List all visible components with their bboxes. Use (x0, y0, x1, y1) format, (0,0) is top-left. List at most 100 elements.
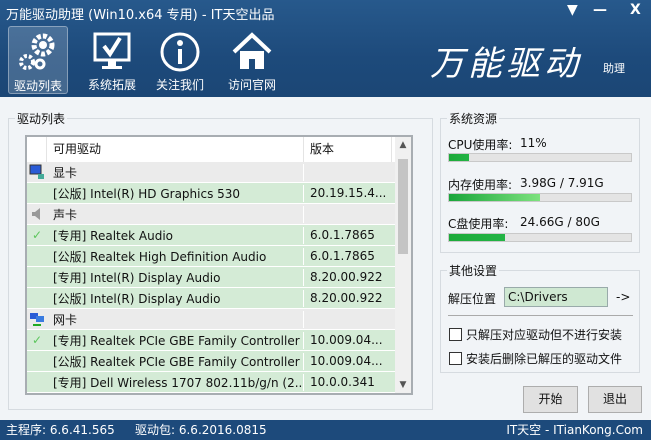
extract-only-checkbox[interactable]: 只解压对应驱动但不进行安装 (449, 326, 622, 343)
driver-name: [专用] Intel(R) Display Audio (47, 268, 304, 286)
start-button[interactable]: 开始 (523, 386, 578, 413)
mem-progress (448, 193, 632, 202)
row-icon (27, 288, 47, 308)
brand-sub: 助理 (603, 62, 625, 75)
driver-version: 10.009.04... (310, 333, 383, 347)
driver-name: 显卡 (47, 163, 304, 181)
extract-path-input[interactable]: C:\Drivers (504, 287, 608, 307)
category-row[interactable]: 网卡 (27, 309, 395, 330)
checkbox-label: 只解压对应驱动但不进行安装 (466, 328, 623, 342)
category-row[interactable]: 声卡 (27, 204, 395, 225)
driver-row[interactable]: ✓ [专用] Realtek PCIe GBE Family Controller… (27, 330, 395, 351)
nav-visit-site[interactable]: 访问官网 (222, 26, 282, 94)
home-icon (232, 32, 272, 69)
brand-logo: 万能驱动 (430, 44, 582, 84)
driver-row[interactable]: [公版] Realtek PCIe GBE Family Controller 1… (27, 351, 395, 372)
disk-value: 24.66G / 80G (520, 215, 600, 229)
nav-driver-list[interactable]: 驱动列表 (8, 26, 68, 94)
scroll-thumb[interactable] (398, 159, 408, 254)
dropdown-icon[interactable]: ▼ (567, 2, 578, 18)
driver-list[interactable]: 可用驱动 版本 显卡 [公版] Intel(R) HD Graphics 530 2… (25, 135, 413, 395)
nav-label: 系统拓展 (87, 78, 136, 92)
driver-name: [专用] Realtek PCIe GBE Family Controller (47, 331, 304, 349)
speaker-icon (32, 208, 40, 220)
checkbox-box[interactable] (449, 328, 462, 341)
minimize-button[interactable]: — (593, 2, 607, 18)
check-icon: ✓ (31, 228, 43, 242)
list-header: 可用驱动 版本 (27, 137, 395, 162)
driver-row[interactable]: [公版] Intel(R) Display Audio 8.20.00.922 (27, 288, 395, 309)
driver-row[interactable]: ✓ [专用] Realtek Audio 6.0.1.7865 (27, 225, 395, 246)
driver-name: [公版] Realtek PCIe GBE Family Controller (47, 352, 304, 370)
disk-label: C盘使用率: (448, 217, 509, 231)
monitor-check-icon (93, 32, 131, 69)
row-icon (27, 351, 47, 371)
info-icon (160, 32, 200, 72)
scroll-down-icon[interactable]: ▼ (395, 380, 411, 390)
driver-row[interactable]: [公版] Intel(R) HD Graphics 530 20.19.15.4.… (27, 183, 395, 204)
header: 万能驱动助理 (Win10.x64 专用) - IT天空出品 ▼ — X 驱动列… (0, 0, 651, 97)
site-link[interactable]: IT天空 - ITianKong.Com (506, 420, 643, 440)
display-adapter-icon (29, 164, 44, 179)
row-icon (27, 246, 47, 266)
row-icon (27, 204, 47, 224)
nav-system-extend[interactable]: 系统拓展 (82, 26, 142, 94)
driver-name: [公版] Intel(R) Display Audio (47, 289, 304, 307)
close-button[interactable]: X (630, 2, 641, 18)
nav-label: 关注我们 (155, 78, 204, 92)
extract-label: 解压位置 (448, 292, 497, 306)
delete-after-install-checkbox[interactable]: 安装后删除已解压的驱动文件 (449, 350, 622, 367)
exit-button[interactable]: 退出 (588, 386, 642, 413)
driver-version: 6.0.1.7865 (310, 228, 375, 242)
scroll-up-icon[interactable]: ▲ (395, 140, 411, 150)
nav-label: 访问官网 (227, 78, 276, 92)
disk-progress (448, 233, 632, 242)
nav-label: 驱动列表 (13, 79, 62, 93)
cpu-value: 11% (520, 136, 547, 150)
driver-name: 网卡 (47, 310, 304, 328)
row-icon (27, 162, 47, 182)
row-icon: ✓ (27, 330, 47, 350)
network-icon (30, 313, 44, 326)
driver-name: [专用] Dell Wireless 1707 802.11b/g/n (2..… (47, 373, 304, 391)
scrollbar[interactable]: ▲ ▼ (395, 137, 411, 393)
driver-version: 10.0.0.341 (310, 375, 375, 389)
column-driver[interactable]: 可用驱动 (47, 137, 304, 162)
row-icon (27, 309, 47, 329)
category-row[interactable]: 显卡 (27, 162, 395, 183)
status-bar: 主程序: 6.6.41.565 驱动包: 6.6.2016.0815 IT天空 … (0, 420, 651, 440)
driver-name: 声卡 (47, 205, 304, 223)
driver-name: [公版] Realtek High Definition Audio (47, 247, 304, 265)
browse-button[interactable]: -> (616, 290, 630, 304)
column-version[interactable]: 版本 (304, 137, 392, 162)
group-label: 驱动列表 (15, 110, 68, 127)
cpu-progress (448, 153, 632, 162)
main-version: 主程序: 6.6.41.565 (6, 423, 115, 437)
check-icon: ✓ (31, 333, 43, 347)
cpu-label: CPU使用率: (448, 138, 513, 152)
group-label: 系统资源 (447, 110, 500, 127)
driver-version: 6.0.1.7865 (310, 249, 375, 263)
row-icon (27, 183, 47, 203)
mem-label: 内存使用率: (448, 178, 513, 192)
driver-row[interactable]: [公版] Realtek High Definition Audio 6.0.1.… (27, 246, 395, 267)
driver-version: 8.20.00.922 (310, 270, 383, 284)
driver-row[interactable]: [专用] Intel(R) Display Audio 8.20.00.922 (27, 267, 395, 288)
group-label: 其他设置 (447, 262, 500, 279)
row-icon (27, 267, 47, 287)
driver-version: 10.009.04... (310, 354, 383, 368)
mem-value: 3.98G / 7.91G (520, 176, 604, 190)
divider (448, 315, 633, 316)
row-icon: ✓ (27, 225, 47, 245)
row-icon (27, 372, 47, 392)
driver-name: [公版] Intel(R) HD Graphics 530 (47, 184, 304, 202)
driver-name: [专用] Realtek Audio (47, 226, 304, 244)
checkbox-box[interactable] (449, 352, 462, 365)
driver-version: 8.20.00.922 (310, 291, 383, 305)
nav-follow-us[interactable]: 关注我们 (150, 26, 210, 94)
driver-row[interactable]: [专用] Dell Wireless 1707 802.11b/g/n (2..… (27, 372, 395, 393)
pack-version: 驱动包: 6.6.2016.0815 (135, 423, 267, 437)
driver-version: 20.19.15.4... (310, 186, 387, 200)
checkbox-label: 安装后删除已解压的驱动文件 (466, 352, 623, 366)
window-title: 万能驱动助理 (Win10.x64 专用) - IT天空出品 (6, 8, 275, 23)
